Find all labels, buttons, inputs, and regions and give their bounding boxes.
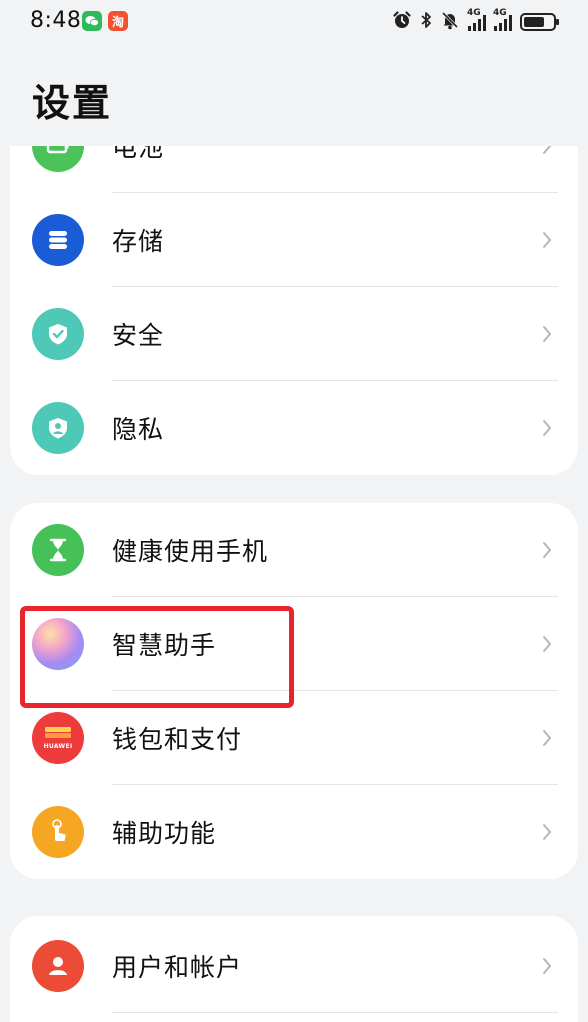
page-title: 设置 — [32, 81, 113, 125]
chevron-right-icon — [536, 633, 558, 655]
status-icons: 4G 4G — [392, 8, 559, 35]
settings-screen: 8:48 淘 4G 4G 设置 电池 存储 安全 隐私 健康使用手机 智慧助手 … — [0, 0, 588, 1022]
alarm-icon — [392, 10, 412, 34]
user-icon — [32, 940, 84, 992]
wallet-icon-text: HUAWEI — [43, 743, 73, 750]
settings-item-label: 辅助功能 — [112, 819, 217, 848]
signal-2-icon: 4G — [493, 8, 512, 31]
chevron-right-icon — [536, 146, 558, 157]
signal-1-tag: 4G — [467, 8, 481, 18]
privacy-icon — [32, 402, 84, 454]
storage-icon — [32, 214, 84, 266]
settings-item-label: 用户和帐户 — [112, 953, 243, 982]
settings-item-accessibility[interactable]: 辅助功能 — [10, 785, 578, 879]
row-divider — [112, 1012, 558, 1013]
settings-item-label: 钱包和支付 — [112, 725, 243, 754]
status-bar: 8:48 淘 4G 4G — [0, 0, 588, 44]
settings-item-label: 隐私 — [112, 415, 165, 444]
settings-item-digital-balance[interactable]: 健康使用手机 — [10, 503, 578, 597]
wechat-icon — [82, 11, 102, 31]
settings-item-wallet[interactable]: HUAWEI 钱包和支付 — [10, 691, 578, 785]
settings-group-device: 电池 存储 安全 隐私 — [10, 146, 578, 475]
chevron-right-icon — [536, 539, 558, 561]
chevron-right-icon — [536, 955, 558, 977]
settings-item-label: 电池 — [112, 146, 165, 162]
accessibility-hand-icon — [32, 806, 84, 858]
settings-item-label: 智慧助手 — [112, 631, 217, 660]
battery-status-icon — [520, 13, 559, 31]
security-shield-icon — [32, 308, 84, 360]
signal-2-tag: 4G — [493, 8, 507, 18]
settings-item-battery[interactable]: 电池 — [10, 146, 578, 193]
chevron-right-icon — [536, 229, 558, 251]
settings-item-label: 健康使用手机 — [112, 537, 269, 566]
bluetooth-icon — [420, 10, 432, 34]
settings-item-label: 安全 — [112, 321, 165, 350]
settings-item-privacy[interactable]: 隐私 — [10, 381, 578, 475]
battery-level-fill — [524, 17, 544, 27]
chevron-right-icon — [536, 727, 558, 749]
settings-list[interactable]: 电池 存储 安全 隐私 健康使用手机 智慧助手 HUAWEI 钱包和支付 辅助功… — [0, 146, 588, 1022]
settings-item-smart-assistant[interactable]: 智慧助手 — [10, 597, 578, 691]
mute-bell-icon — [440, 10, 460, 34]
signal-1-icon: 4G — [467, 8, 486, 31]
hourglass-icon — [32, 524, 84, 576]
chevron-right-icon — [536, 417, 558, 439]
taobao-icon: 淘 — [108, 11, 128, 31]
smart-assistant-icon — [32, 618, 84, 670]
settings-group-assist: 健康使用手机 智慧助手 HUAWEI 钱包和支付 辅助功能 — [10, 503, 578, 879]
status-time: 8:48 — [30, 8, 82, 33]
settings-item-security[interactable]: 安全 — [10, 287, 578, 381]
battery-icon — [32, 146, 84, 172]
settings-item-storage[interactable]: 存储 — [10, 193, 578, 287]
settings-item-label: 存储 — [112, 227, 165, 256]
wallet-icon: HUAWEI — [32, 712, 84, 764]
settings-group-accounts: 用户和帐户 — [10, 916, 578, 1022]
settings-item-users-accounts[interactable]: 用户和帐户 — [10, 919, 578, 1013]
chevron-right-icon — [536, 821, 558, 843]
chevron-right-icon — [536, 323, 558, 345]
